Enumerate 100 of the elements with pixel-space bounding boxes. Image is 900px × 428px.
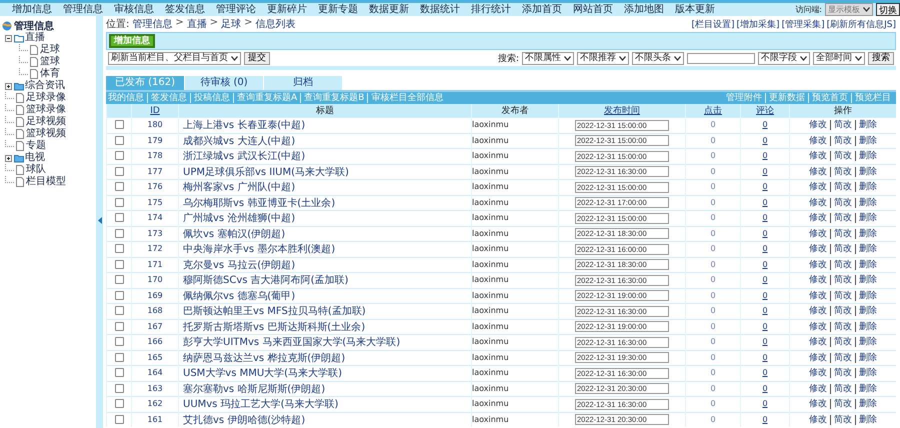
title-link[interactable]: 艾扎德vs 伊朗哈德(沙特超) — [183, 414, 306, 426]
switch-button[interactable]: 切换 — [876, 3, 900, 16]
action-link[interactable]: 删除 — [855, 337, 880, 348]
row-checkbox[interactable] — [114, 213, 124, 222]
expand-icon[interactable] — [5, 82, 12, 90]
nav-link[interactable]: 添加地图 — [624, 4, 664, 16]
action-link[interactable]: 修改 — [806, 244, 830, 254]
row-checkbox[interactable] — [114, 384, 124, 393]
action-link[interactable]: 删除 — [855, 182, 880, 192]
nav-link[interactable]: 签发信息 — [165, 4, 205, 16]
action-link[interactable]: 删除 — [855, 228, 880, 239]
row-checkbox[interactable] — [114, 368, 124, 378]
action-link[interactable]: 删除 — [855, 275, 880, 286]
title-link[interactable]: 托罗斯古斯塔斯vs 巴斯达斯科斯(土业余) — [183, 322, 366, 333]
action-link[interactable]: 删除 — [855, 352, 880, 363]
nav-link[interactable]: 排行统计 — [471, 4, 511, 16]
filter-select[interactable]: 不限字段 — [758, 52, 810, 64]
action-link[interactable]: 修改 — [806, 213, 830, 224]
comment-count-link[interactable]: 0 — [762, 260, 768, 269]
action-link[interactable]: 简改 — [830, 322, 855, 332]
row-checkbox[interactable] — [114, 275, 124, 284]
title-link[interactable]: 彭亨大学UITMvs 马来西亚国家大学(马来大学联) — [183, 337, 400, 348]
action-link[interactable]: 删除 — [855, 213, 880, 224]
action-link[interactable]: 简改 — [830, 136, 855, 146]
action-link[interactable]: 简改 — [830, 260, 855, 270]
tree-item[interactable]: 足球视频 — [26, 116, 66, 128]
breadcrumb-link[interactable]: 足球 — [221, 17, 242, 31]
row-checkbox[interactable] — [114, 166, 124, 176]
action-link[interactable]: 修改 — [806, 399, 830, 410]
dropdown-caret-icon[interactable] — [564, 56, 571, 60]
tab[interactable]: 归档 — [264, 76, 342, 90]
action-link[interactable]: 修改 — [806, 182, 830, 192]
comment-count-link[interactable]: 0 — [762, 275, 768, 284]
comment-count-link[interactable]: 0 — [762, 368, 768, 378]
action-link[interactable]: 简改 — [830, 368, 855, 378]
comment-count-link[interactable]: 0 — [762, 384, 768, 393]
tree-item[interactable]: 足球录像 — [26, 92, 66, 104]
row-checkbox[interactable] — [114, 260, 124, 269]
comment-count-link[interactable]: 0 — [762, 306, 768, 316]
filter-select[interactable]: 不限推荐 — [577, 52, 629, 64]
action-link[interactable]: 修改 — [806, 384, 830, 394]
row-checkbox[interactable] — [114, 228, 124, 238]
comment-count-link[interactable]: 0 — [762, 337, 768, 346]
nav-link[interactable]: 更新碎片 — [267, 4, 307, 16]
title-link[interactable]: 浙江绿城vs 武汉长江(中超) — [183, 151, 306, 162]
tab[interactable]: 待审核 (0) — [185, 76, 263, 90]
action-link[interactable]: 删除 — [855, 306, 880, 316]
action-link[interactable]: 简改 — [830, 244, 855, 254]
action-link[interactable]: 删除 — [855, 399, 880, 410]
tree-item[interactable]: 体育 — [40, 68, 60, 80]
action-link[interactable]: 修改 — [806, 198, 830, 208]
tree-item[interactable]: 篮球 — [40, 56, 60, 68]
header-link[interactable]: [管理采集] — [782, 18, 825, 30]
comment-count-link[interactable]: 0 — [762, 120, 768, 130]
nav-link[interactable]: 数据统计 — [420, 4, 460, 16]
action-link[interactable]: 修改 — [806, 337, 830, 348]
tree-item[interactable]: 专题 — [26, 140, 46, 152]
dropdown-caret-icon[interactable] — [863, 7, 870, 12]
action-link[interactable]: 简改 — [830, 166, 855, 177]
row-checkbox[interactable] — [114, 182, 124, 192]
row-checkbox[interactable] — [114, 414, 124, 424]
action-link[interactable]: 简改 — [830, 182, 855, 192]
row-checkbox[interactable] — [114, 306, 124, 316]
row-checkbox[interactable] — [114, 322, 124, 331]
search-button[interactable]: 搜索 — [868, 52, 894, 64]
expand-icon[interactable] — [5, 154, 12, 162]
title-link[interactable]: 克尔曼vs 马拉云(伊朗超) — [183, 260, 296, 271]
header-link[interactable]: [栏目设置] — [692, 18, 735, 30]
tree-item[interactable]: 球队 — [26, 164, 46, 176]
comment-count-link[interactable]: 0 — [762, 213, 768, 222]
action-link[interactable]: 删除 — [855, 244, 880, 254]
refresh-select[interactable]: 刷新当前栏目、父栏目与首页 — [108, 52, 241, 64]
row-checkbox[interactable] — [114, 337, 124, 346]
comment-count-link[interactable]: 0 — [762, 198, 768, 207]
row-checkbox[interactable] — [114, 290, 124, 300]
action-link[interactable]: 删除 — [855, 414, 880, 425]
row-checkbox[interactable] — [114, 151, 124, 160]
action-link[interactable]: 修改 — [806, 306, 830, 316]
comment-count-link[interactable]: 0 — [762, 182, 768, 192]
row-checkbox[interactable] — [114, 244, 124, 254]
action-link[interactable]: 简改 — [830, 228, 855, 239]
collapse-arrow-icon[interactable] — [98, 216, 102, 224]
comment-count-link[interactable]: 0 — [762, 136, 768, 145]
title-link[interactable]: 梅州客家vs 广州队(中超) — [183, 182, 296, 194]
action-link[interactable]: 简改 — [830, 399, 855, 410]
tree-item[interactable]: 直播 — [25, 32, 45, 44]
breadcrumb-link[interactable]: 信息列表 — [256, 17, 296, 31]
action-link[interactable]: 删除 — [855, 290, 880, 301]
title-link[interactable]: 佩坎vs 塞帕汉(伊朗超) — [183, 228, 286, 240]
row-checkbox[interactable] — [114, 198, 124, 207]
header-link[interactable]: [增加采集] — [736, 18, 780, 30]
action-link[interactable]: 简改 — [830, 337, 855, 348]
action-link[interactable]: 删除 — [855, 368, 880, 378]
action-link[interactable]: 删除 — [855, 136, 880, 146]
nav-link[interactable]: 增加信息 — [12, 4, 52, 16]
action-link[interactable]: 删除 — [855, 260, 880, 270]
title-link[interactable]: USM大学vs MMU大学(马来大学联) — [183, 368, 342, 380]
action-link[interactable]: 修改 — [806, 151, 830, 162]
action-link[interactable]: 简改 — [830, 290, 855, 301]
action-link[interactable]: 修改 — [806, 228, 830, 239]
